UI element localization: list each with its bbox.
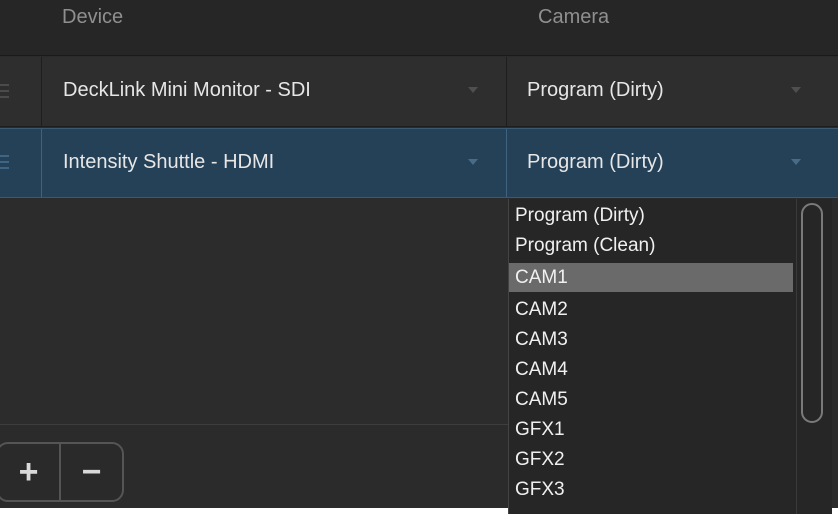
chevron-down-icon xyxy=(791,87,801,93)
dropdown-option[interactable]: GFX3 xyxy=(509,475,793,504)
dropdown-option[interactable]: Program (Clean) xyxy=(509,231,793,260)
scrollbar-thumb[interactable] xyxy=(801,203,823,423)
camera-select[interactable]: Program (Dirty) xyxy=(508,57,838,126)
device-column-header: Device xyxy=(62,6,124,28)
table-row[interactable]: Intensity Shuttle - HDMI Program (Dirty) xyxy=(0,128,838,198)
add-button[interactable]: + xyxy=(0,444,59,500)
dropdown-option[interactable]: CAM4 xyxy=(509,355,793,384)
dropdown-option[interactable]: CAM3 xyxy=(509,325,793,354)
device-select-value: DeckLink Mini Monitor - SDI xyxy=(63,79,311,101)
chevron-down-icon xyxy=(468,87,478,93)
footer-divider xyxy=(0,424,508,425)
camera-dropdown-list[interactable]: Program (Dirty) Program (Clean) CAM1 CAM… xyxy=(508,199,832,514)
device-select-value: Intensity Shuttle - HDMI xyxy=(63,151,275,173)
empty-list-area xyxy=(0,199,508,424)
device-select[interactable]: DeckLink Mini Monitor - SDI xyxy=(43,57,507,126)
camera-column-header: Camera xyxy=(538,6,610,28)
dropdown-option[interactable]: CAM5 xyxy=(509,385,793,414)
camera-select[interactable]: Program (Dirty) xyxy=(508,129,838,197)
drag-handle-icon[interactable] xyxy=(0,129,42,197)
dropdown-option[interactable]: CAM2 xyxy=(509,295,793,324)
chevron-down-icon xyxy=(791,159,801,165)
table-row[interactable]: DeckLink Mini Monitor - SDI Program (Dir… xyxy=(0,57,838,127)
dropdown-option[interactable]: GFX1 xyxy=(509,415,793,444)
camera-select-value: Program (Dirty) xyxy=(527,79,664,101)
dropdown-option[interactable]: GFX2 xyxy=(509,445,793,474)
table-header: Device Camera xyxy=(0,0,838,56)
output-settings-screen: Device Camera DeckLink Mini Monitor - SD… xyxy=(0,0,838,514)
camera-select-value: Program (Dirty) xyxy=(527,151,664,173)
dropdown-option-highlighted[interactable]: CAM1 xyxy=(509,263,793,292)
dropdown-option[interactable]: Program (Dirty) xyxy=(509,201,793,230)
device-select[interactable]: Intensity Shuttle - HDMI xyxy=(43,129,507,197)
remove-button[interactable]: − xyxy=(59,444,122,500)
dropdown-scrollbar[interactable] xyxy=(796,199,828,514)
drag-handle-icon[interactable] xyxy=(0,57,42,126)
chevron-down-icon xyxy=(468,159,478,165)
add-remove-button-group: + − xyxy=(0,442,124,502)
